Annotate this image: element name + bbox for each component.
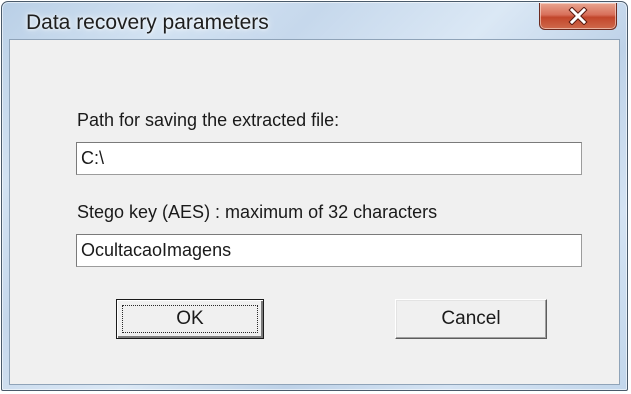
title-bar[interactable]: Data recovery parameters [2,2,627,40]
dialog-client-area: Path for saving the extracted file: Steg… [9,39,620,385]
stego-key-label: Stego key (AES) : maximum of 32 characte… [77,202,438,222]
dialog-window: Data recovery parameters Path for saving… [1,1,628,391]
close-icon [568,7,588,25]
ok-button[interactable]: OK [116,299,264,339]
close-button[interactable] [539,3,617,30]
path-label: Path for saving the extracted file: [77,110,340,130]
cancel-button[interactable]: Cancel [395,299,547,339]
path-input[interactable] [76,142,582,175]
focus-rectangle [122,305,258,333]
window-title: Data recovery parameters [26,11,269,34]
cancel-button-label: Cancel [441,308,501,329]
stego-key-input[interactable] [76,234,582,267]
